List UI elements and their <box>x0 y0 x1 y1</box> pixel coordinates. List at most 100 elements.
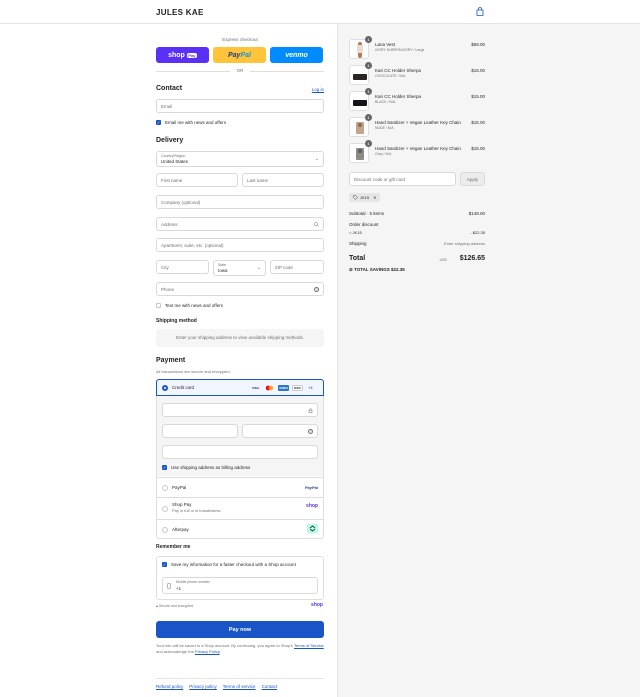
remove-discount-icon[interactable]: ✕ <box>373 195 376 200</box>
email-field[interactable]: Email <box>156 99 324 113</box>
paypal-radio[interactable] <box>162 485 168 491</box>
item-price: $15.00 <box>471 146 485 151</box>
discount-code-label: JK15 <box>352 230 362 235</box>
credit-card-option[interactable]: Credit card VISA AMEX DISC +4 <box>156 379 324 396</box>
subtotal-label: Subtotal · 5 items <box>349 211 385 216</box>
expiry-field[interactable] <box>162 424 238 438</box>
discount-code-input[interactable]: Discount code or gift card <box>349 172 456 186</box>
card-number-field[interactable] <box>162 403 318 417</box>
secure-encrypted-text: Secure and encrypted <box>158 604 194 608</box>
name-on-card-field[interactable] <box>162 445 318 459</box>
total-label: Total <box>349 255 366 262</box>
shop-pay-button[interactable]: shop Pay <box>156 47 209 63</box>
discount-chip: JK15 ✕ <box>349 193 381 202</box>
terms-of-service-footer-link[interactable]: Terms of service <box>223 684 256 689</box>
lock-icon <box>308 408 313 413</box>
payment-methods: Credit card VISA AMEX DISC +4 ? ✓ Use sh… <box>156 379 324 539</box>
legal-text-end: . <box>219 649 221 654</box>
text-offers-checkbox[interactable] <box>156 303 161 308</box>
remember-me-box: ✓ Save my information for a faster check… <box>156 556 324 600</box>
order-discount-row: Order discount <box>349 222 485 228</box>
first-name-placeholder: First name <box>161 177 183 183</box>
item-name: Lana Vest <box>375 42 396 47</box>
shop-pay-badge: Pay <box>186 52 197 58</box>
payment-heading: Payment <box>156 357 186 364</box>
billing-checkbox[interactable]: ✓ <box>162 465 167 470</box>
privacy-policy-link[interactable]: Privacy Policy <box>195 649 220 654</box>
or-divider: OR <box>156 68 324 74</box>
zip-placeholder: ZIP code <box>275 264 293 270</box>
cart-item: 1 Kari CC Holder Sherpa BLACK / N/A $15.… <box>349 88 485 113</box>
search-icon <box>314 222 319 227</box>
secure-encrypted-label: 🔒︎ Secure and encrypted <box>156 604 193 608</box>
footer-links: Refund policy Privacy policy Terms of se… <box>156 678 324 689</box>
company-placeholder: Company (optional) <box>161 199 201 205</box>
privacy-policy-footer-link[interactable]: Privacy policy <box>189 684 217 689</box>
credit-card-radio[interactable] <box>162 385 168 391</box>
shipping-label: Shipping <box>349 241 367 246</box>
first-name-field[interactable]: First name <box>156 173 238 187</box>
state-select[interactable]: State Iowa ⌄ <box>213 260 266 276</box>
delivery-heading: Delivery <box>156 137 184 144</box>
billing-checkbox-label: Use shipping address as billing address <box>171 465 251 470</box>
item-price: $15.00 <box>471 68 485 73</box>
last-name-field[interactable]: Last name <box>242 173 324 187</box>
shipping-value: Enter shipping address <box>444 241 485 246</box>
brand-logo[interactable]: JULES KAE <box>156 8 204 17</box>
shopping-bag-icon[interactable] <box>476 7 484 16</box>
credit-card-fields: ? ✓ Use shipping address as billing addr… <box>157 396 323 476</box>
item-variant: BLACK / N/A <box>375 100 396 104</box>
country-select[interactable]: Country/Region United States ⌄ <box>156 151 324 167</box>
venmo-button[interactable]: venmo <box>270 47 323 63</box>
order-discount-label: Order discount <box>349 222 379 227</box>
cart-item: 1 Hand Sanitizer + Vegan Leather Key Cha… <box>349 140 485 165</box>
save-info-checkbox[interactable]: ✓ <box>162 562 167 567</box>
company-field[interactable]: Company (optional) <box>156 195 324 209</box>
mobile-phone-label: Mobile phone number <box>176 580 210 584</box>
shop-logo: shop <box>306 503 318 509</box>
item-price: $15.00 <box>471 94 485 99</box>
shop-pay-label: shop <box>168 51 185 59</box>
discover-logo: DISC <box>292 385 303 391</box>
visa-logo: VISA <box>251 386 259 390</box>
shop-pay-option[interactable]: Shop Pay Pay in full or in installments … <box>157 497 323 519</box>
total-value: $126.65 <box>459 255 485 262</box>
tag-icon <box>353 195 358 200</box>
help-icon[interactable]: ? <box>308 429 313 434</box>
phone-field[interactable]: Phone ? <box>156 282 324 296</box>
paypal-option[interactable]: PayPal PayPal <box>157 477 323 497</box>
address-placeholder: Address <box>161 221 178 227</box>
state-value: Iowa <box>218 268 228 273</box>
news-checkbox-label: Email me with news and offers <box>165 120 226 125</box>
item-name: Hand Sanitizer + Vegan Leather Key Chain <box>375 120 461 125</box>
or-label: OR <box>236 68 244 73</box>
afterpay-option-label: Afterpay <box>172 527 189 532</box>
paypal-button[interactable]: Pay Pal <box>213 47 266 63</box>
city-field[interactable]: City <box>156 260 209 274</box>
security-code-field[interactable]: ? <box>242 424 318 438</box>
news-checkbox[interactable]: ✓ <box>156 120 161 125</box>
afterpay-option[interactable]: Afterpay <box>157 519 323 539</box>
country-value: United States <box>161 159 189 164</box>
city-placeholder: City <box>161 264 169 270</box>
login-link[interactable]: Log in <box>312 87 324 92</box>
refund-policy-link[interactable]: Refund policy <box>156 684 183 689</box>
terms-of-service-link[interactable]: Terms of Service <box>294 643 324 648</box>
address-field[interactable]: Address <box>156 217 324 231</box>
email-placeholder: Email <box>161 103 173 109</box>
help-icon[interactable]: ? <box>314 287 319 292</box>
mobile-phone-field[interactable]: Mobile phone number +1 <box>162 577 318 594</box>
item-name: Kari CC Holder Sherpa <box>375 68 422 73</box>
item-variant: Grey / N/A <box>375 152 392 156</box>
apply-button[interactable]: Apply <box>460 172 485 186</box>
shop-pay-radio[interactable] <box>162 506 168 512</box>
contact-heading: Contact <box>156 85 183 92</box>
pay-now-button[interactable]: Pay now <box>156 621 324 638</box>
contact-link[interactable]: Contact <box>262 684 278 689</box>
apartment-field[interactable]: Apartment, suite, etc. (optional) <box>156 238 324 252</box>
state-label: State <box>218 263 227 267</box>
afterpay-radio[interactable] <box>162 527 168 533</box>
cart-item: 1 Lana Vest IVORY SHERPA/IVORY / Large $… <box>349 36 485 61</box>
mobile-phone-value: +1 <box>176 586 182 591</box>
zip-field[interactable]: ZIP code <box>270 260 324 274</box>
